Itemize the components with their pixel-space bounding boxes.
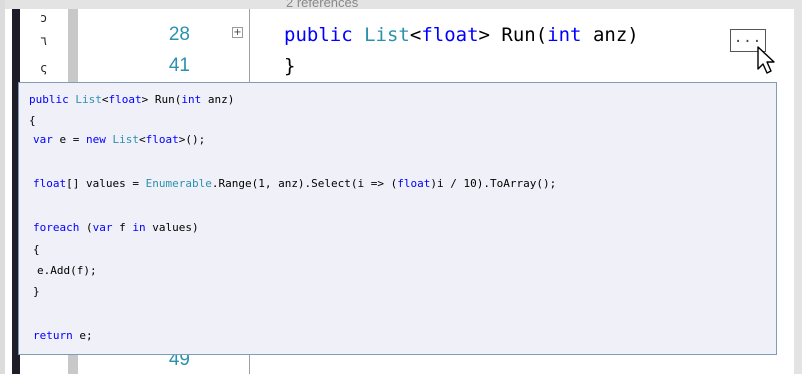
tt-text: <	[139, 133, 146, 146]
tt-text: .Range(1, anz).Select(i => (	[211, 177, 398, 190]
margin-glyph-1: ɔ	[40, 11, 48, 25]
code-text: >	[478, 24, 490, 46]
tt-keyword: new	[86, 133, 106, 146]
tooltip-foreach-line: foreach (var f in values)	[33, 221, 199, 234]
tt-keyword: float	[397, 177, 431, 190]
tooltip-var-line: var e = new List<float>();	[33, 133, 205, 146]
tt-text: values)	[145, 221, 199, 234]
tt-text	[106, 133, 113, 146]
margin-glyph-3: ς	[40, 61, 48, 75]
collapsed-code-tooltip: public List<float> Run(int anz) { var e …	[18, 82, 777, 355]
tooltip-inner-close-brace: }	[33, 285, 40, 298]
tooltip-signature: public List<float> Run(int anz)	[29, 93, 234, 106]
tooltip-add-line: e.Add(f);	[37, 264, 97, 277]
tt-text: )i / 10).ToArray();	[430, 177, 557, 190]
tt-keyword: public	[29, 93, 69, 106]
tt-type: List	[75, 93, 102, 106]
code-text: <	[409, 24, 422, 46]
tt-text: e;	[72, 329, 93, 342]
tt-keyword: int	[181, 93, 202, 106]
tt-text: anz)	[201, 93, 235, 106]
code-text: Run(	[489, 24, 548, 46]
tt-keyword: float	[33, 177, 67, 190]
window-top-border	[0, 0, 802, 9]
mouse-pointer-icon	[757, 46, 775, 74]
expand-outline-button[interactable]: +	[232, 27, 243, 38]
tt-keyword: float	[145, 133, 179, 146]
collapsed-method-signature: public List<float> Run(int anz)	[284, 24, 639, 46]
closing-brace-line: }	[284, 55, 296, 77]
tt-text: f	[112, 221, 133, 234]
window-right-border	[794, 0, 802, 374]
tt-text: (	[79, 221, 93, 234]
tt-type: List	[112, 133, 140, 146]
tt-keyword: foreach	[33, 221, 80, 234]
code-type: List	[364, 24, 410, 46]
tooltip-values-line: float[] values = Enumerable.Range(1, anz…	[33, 177, 556, 190]
code-keyword: int	[547, 24, 582, 46]
tooltip-inner-open-brace: {	[33, 243, 40, 256]
tt-text: Run(	[148, 93, 182, 106]
margin-glyph-2: ٦	[40, 34, 48, 48]
tooltip-open-brace: {	[29, 114, 36, 127]
tt-text: [] values =	[66, 177, 146, 190]
tt-keyword: var	[92, 221, 113, 234]
tooltip-return-line: return e;	[33, 329, 93, 342]
tt-text: e =	[52, 133, 86, 146]
tt-keyword: return	[33, 329, 73, 342]
line-number-28: 28	[168, 24, 190, 45]
codelens-references[interactable]: 2 references	[286, 0, 358, 10]
tt-text: <	[101, 93, 109, 106]
tt-keyword: var	[33, 133, 53, 146]
line-number-41: 41	[168, 55, 190, 76]
tt-keyword: float	[108, 93, 142, 106]
code-text: anz)	[581, 24, 639, 46]
tt-keyword: in	[132, 221, 146, 234]
tt-text: >();	[178, 133, 206, 146]
code-keyword: float	[421, 24, 479, 46]
code-keyword: public	[284, 24, 353, 46]
tt-type: Enumerable	[145, 177, 212, 190]
